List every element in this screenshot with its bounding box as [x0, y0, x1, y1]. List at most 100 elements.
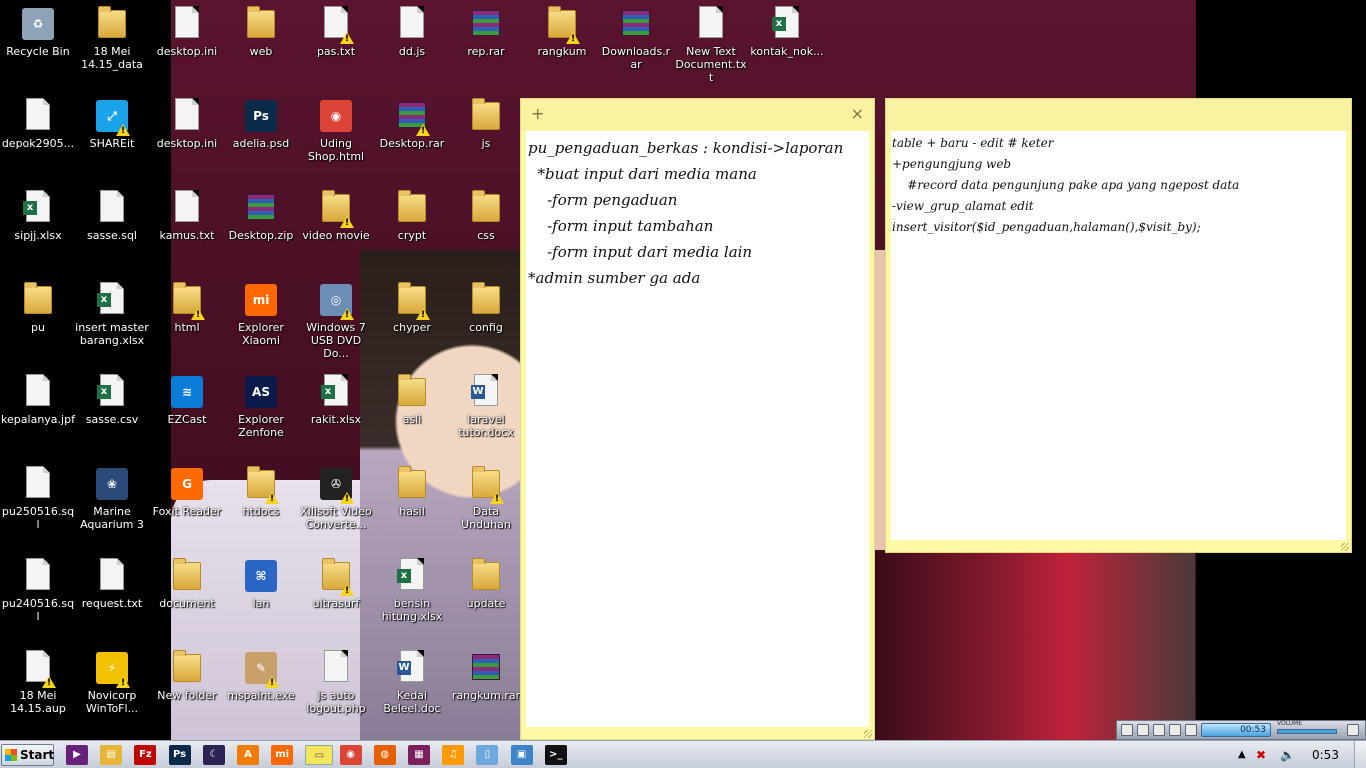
restore-player-icon[interactable]: [1347, 724, 1359, 736]
volume-icon[interactable]: 🔈: [1280, 744, 1295, 766]
desktop-icon[interactable]: laravel tutor.docx: [448, 368, 524, 439]
desktop-icon[interactable]: update: [448, 552, 524, 610]
desktop-icon[interactable]: ✎mspaint.exe: [223, 644, 299, 702]
remote-desktop-icon[interactable]: ▣: [510, 745, 533, 765]
firefox-icon[interactable]: ◍: [373, 745, 396, 765]
desktop-icon[interactable]: dd.js: [374, 0, 450, 58]
next-icon[interactable]: [1185, 724, 1197, 736]
clock[interactable]: 0:53: [1312, 744, 1339, 766]
desktop-icon[interactable]: mi Explorer Xiaomi: [223, 276, 299, 347]
desktop-icon[interactable]: css: [448, 184, 524, 242]
desktop-icon[interactable]: ⤢SHAREit: [74, 92, 150, 150]
photoshop-icon[interactable]: Ps: [168, 745, 191, 765]
desktop-icon[interactable]: insert master barang.xlsx: [74, 276, 150, 347]
desktop-icon[interactable]: ⚡Novicorp WinToFl...: [74, 644, 150, 715]
desktop-icon[interactable]: chyper: [374, 276, 450, 334]
desktop-icon[interactable]: rakit.xlsx: [298, 368, 374, 426]
desktop-icon[interactable]: ultrasurf: [298, 552, 374, 610]
sticky-notes-icon[interactable]: ▭: [305, 745, 334, 765]
file-explorer-icon[interactable]: ▤: [100, 745, 123, 765]
desktop-icon[interactable]: Kedai Beleel.doc: [374, 644, 450, 715]
show-hidden-icons-icon[interactable]: ▲: [1238, 744, 1246, 766]
desktop-icon[interactable]: New folder: [149, 644, 225, 702]
sticky-note-2-titlebar[interactable]: [886, 99, 1351, 131]
desktop-icon[interactable]: kontak_nok...: [749, 0, 825, 58]
desktop-icon[interactable]: Downloads.rar: [598, 0, 674, 71]
desktop-icon[interactable]: rep.rar: [448, 0, 524, 58]
desktop-icon[interactable]: Desktop.rar: [374, 92, 450, 150]
desktop-icon[interactable]: Data Unduhan: [448, 460, 524, 531]
desktop-icon[interactable]: rangkum.rar: [448, 644, 524, 702]
desktop-icon[interactable]: sipjj.xlsx: [0, 184, 76, 242]
desktop-icon[interactable]: AS Explorer Zenfone: [223, 368, 299, 439]
desktop-icon[interactable]: desktop.ini: [149, 0, 225, 58]
desktop-icon[interactable]: depok2905...: [0, 92, 76, 150]
show-desktop-button[interactable]: [1354, 741, 1366, 768]
sticky-note-1-text[interactable]: pu_pengaduan_berkas : kondisi->laporan *…: [526, 131, 869, 727]
xiaomi-icon[interactable]: mi: [271, 745, 294, 765]
desktop-icon[interactable]: Desktop.zip: [223, 184, 299, 242]
add-note-button[interactable]: +: [531, 104, 544, 124]
headphones-icon[interactable]: ♫: [442, 745, 465, 765]
desktop-icon[interactable]: config: [448, 276, 524, 334]
resize-grip[interactable]: [864, 730, 872, 738]
desktop-icon[interactable]: pu: [0, 276, 76, 334]
desktop-icon[interactable]: pas.txt: [298, 0, 374, 58]
notepad-icon[interactable]: ▯: [476, 745, 499, 765]
desktop-icon[interactable]: request.txt: [74, 552, 150, 610]
play-icon[interactable]: [1121, 724, 1133, 736]
desktop-icon[interactable]: ♻ Recycle Bin: [0, 0, 76, 58]
cmd-icon[interactable]: >_: [544, 745, 567, 765]
sticky-note-1-titlebar[interactable]: + ×: [521, 99, 874, 131]
desktop-icon[interactable]: ⌘ lan: [223, 552, 299, 610]
desktop-icon[interactable]: G Foxit Reader: [149, 460, 225, 518]
desktop-icon[interactable]: 18 Mei 14.15_data: [74, 0, 150, 71]
desktop-icon[interactable]: kamus.txt: [149, 184, 225, 242]
close-note-button[interactable]: ×: [851, 104, 864, 124]
desktop-icon[interactable]: js auto logout.php: [298, 644, 374, 715]
volume-slider[interactable]: [1277, 729, 1337, 734]
desktop-icon[interactable]: pu250516.sql: [0, 460, 76, 531]
desktop-icon[interactable]: kepalanya.jpf: [0, 368, 76, 426]
desktop-icon[interactable]: ◎Windows 7 USB DVD Do...: [298, 276, 374, 360]
desktop-icon[interactable]: js: [448, 92, 524, 150]
stop-icon[interactable]: [1153, 724, 1165, 736]
desktop-icon[interactable]: rangkum: [524, 0, 600, 58]
rar-archive-icon: [470, 6, 502, 42]
network-status-icon[interactable]: ✖: [1256, 744, 1266, 766]
desktop-icon[interactable]: ≋ EZCast: [149, 368, 225, 426]
visual-studio-icon[interactable]: ▶: [66, 745, 88, 765]
desktop-icon[interactable]: 18 Mei 14.15.aup: [0, 644, 76, 715]
desktop-icon[interactable]: html: [149, 276, 225, 334]
desktop-icon[interactable]: pu240516.sql: [0, 552, 76, 623]
chrome-icon[interactable]: ◉: [339, 745, 362, 765]
avast-icon[interactable]: A: [237, 745, 259, 765]
filezilla-icon[interactable]: Fz: [134, 745, 157, 765]
desktop-icon[interactable]: web: [223, 0, 299, 58]
eclipse-icon[interactable]: ☾: [202, 745, 225, 765]
winrar-icon[interactable]: ▦: [408, 745, 430, 765]
desktop-icon[interactable]: ❀ Marine Aquarium 3: [74, 460, 150, 531]
sticky-note-1[interactable]: + × pu_pengaduan_berkas : kondisi->lapor…: [520, 98, 875, 740]
sticky-note-2[interactable]: table + baru - edit # keter +pengungjung…: [885, 98, 1352, 553]
desktop-icon[interactable]: document: [149, 552, 225, 610]
pause-icon[interactable]: [1137, 724, 1149, 736]
media-player-mini-toolbar[interactable]: 00:53 VOLUME: [1116, 720, 1366, 740]
desktop-icon[interactable]: sasse.csv: [74, 368, 150, 426]
sticky-note-2-text[interactable]: table + baru - edit # keter +pengungjung…: [891, 131, 1346, 540]
desktop-icon[interactable]: crypt: [374, 184, 450, 242]
desktop-icon[interactable]: asli: [374, 368, 450, 426]
desktop-icon[interactable]: ✇Xilisoft Video Converte...: [298, 460, 374, 531]
desktop-icon[interactable]: htdocs: [223, 460, 299, 518]
desktop-icon[interactable]: desktop.ini: [149, 92, 225, 150]
desktop-icon[interactable]: New Text Document.txt: [673, 0, 749, 84]
resize-grip[interactable]: [1341, 543, 1349, 551]
desktop-icon[interactable]: hasil: [374, 460, 450, 518]
desktop-icon[interactable]: Ps adelia.psd: [223, 92, 299, 150]
previous-icon[interactable]: [1169, 724, 1181, 736]
desktop-icon[interactable]: bensin hitung.xlsx: [374, 552, 450, 623]
desktop-icon[interactable]: video movie: [298, 184, 374, 242]
desktop-icon[interactable]: sasse.sql: [74, 184, 150, 242]
start-button[interactable]: Start: [1, 744, 54, 766]
desktop-icon[interactable]: ◉ Uding Shop.html: [298, 92, 374, 163]
